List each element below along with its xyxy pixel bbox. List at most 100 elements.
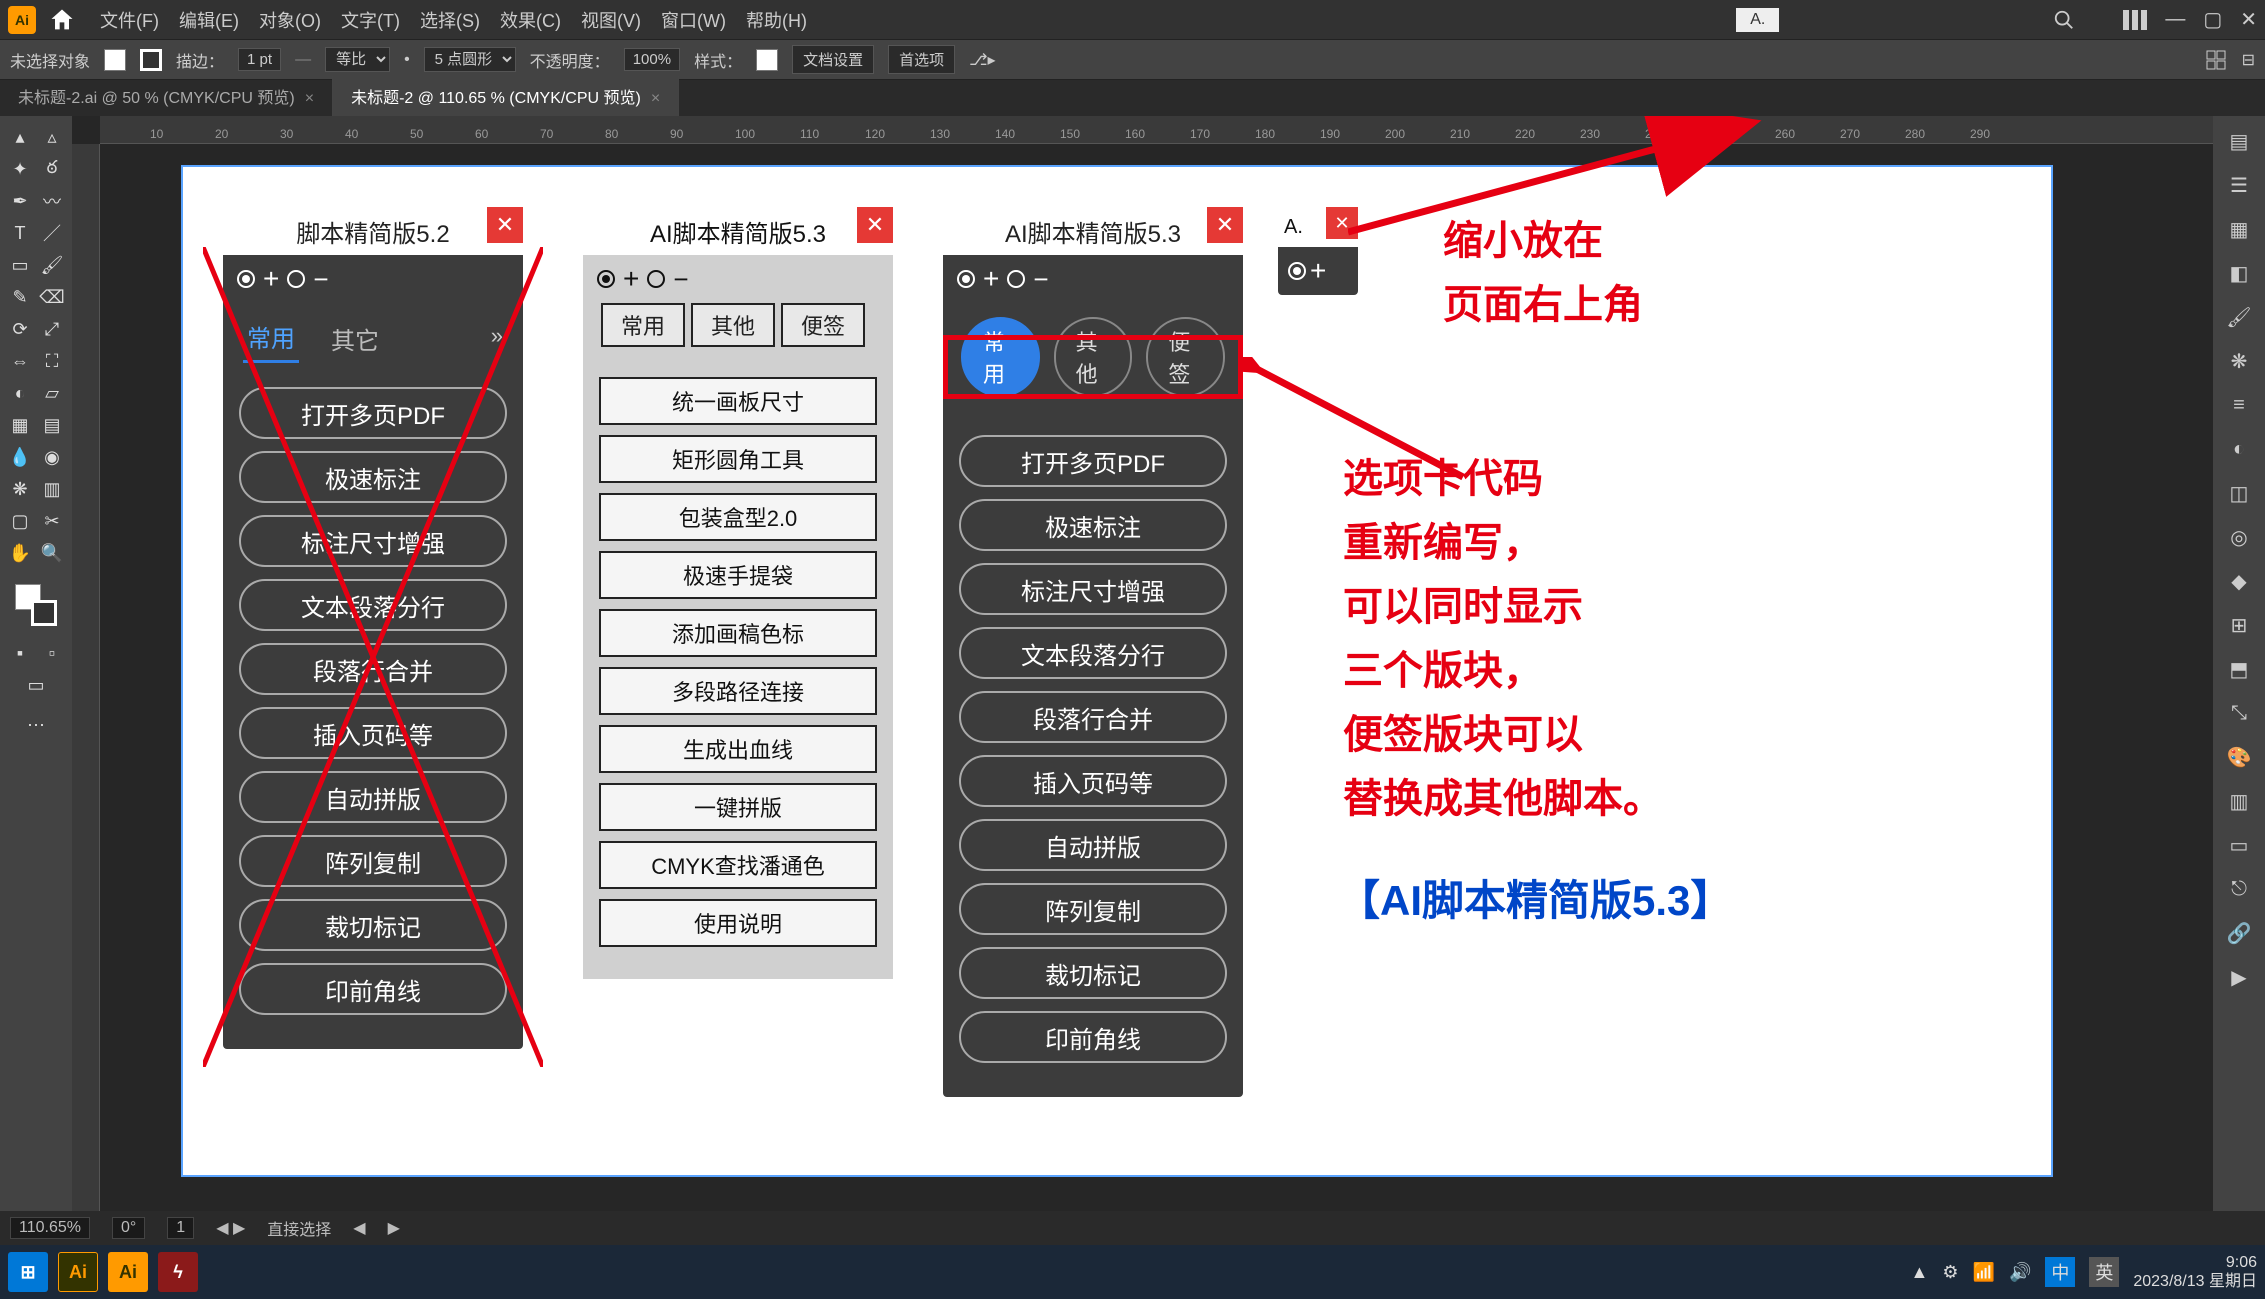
tab-common[interactable]: 常用 [601,303,685,347]
libraries-icon[interactable]: ▦ [2224,214,2254,244]
perspective-tool[interactable]: ▱ [37,378,67,408]
script-item[interactable]: 插入页码等 [959,755,1227,807]
opacity-field[interactable]: 100% [624,48,680,71]
paintbrush-tool[interactable]: 🖌 [37,250,67,280]
chevron-right-icon[interactable]: » [491,323,503,349]
draw-mode[interactable]: ▫ [37,638,67,668]
pen-tool[interactable]: ✒ [5,186,35,216]
script-item[interactable]: 自动拼版 [959,819,1227,871]
eraser-tool[interactable]: ⌫ [37,282,67,312]
script-item[interactable]: 自动拼版 [239,771,507,823]
artboards-icon[interactable]: ▭ [2224,830,2254,860]
zoom-tool[interactable]: 🔍 [37,538,67,568]
menu-help[interactable]: 帮助(H) [746,7,807,33]
tab-other[interactable]: 其它 [327,311,383,362]
grid-icon[interactable] [2206,50,2226,70]
rectangle-tool[interactable]: ▭ [5,250,35,280]
artboard-number[interactable]: 1 [167,1217,194,1239]
script-item[interactable]: 矩形圆角工具 [599,435,877,483]
symbols-icon[interactable]: ❋ [2224,346,2254,376]
canvas[interactable]: 1020304050607080901001101201301401501601… [72,116,2213,1211]
transparency-icon[interactable]: ◫ [2224,478,2254,508]
hand-tool[interactable]: ✋ [5,538,35,568]
taskbar-app-other[interactable]: ϟ [158,1252,198,1292]
script-item[interactable]: 裁切标记 [239,899,507,951]
swatches-icon[interactable]: ◧ [2224,258,2254,288]
script-item[interactable]: 打开多页PDF [959,435,1227,487]
radio-off-icon[interactable] [647,270,665,288]
window-close[interactable]: ✕ [2240,7,2257,32]
script-item[interactable]: 多段路径连接 [599,667,877,715]
asset-export-icon[interactable]: ⎋ [2224,874,2254,904]
script-item[interactable]: 段落行合并 [239,643,507,695]
taskbar-clock[interactable]: 9:062023/8/13 星期日 [2133,1253,2257,1291]
menu-window[interactable]: 窗口(W) [661,7,726,33]
screen-mode[interactable]: ▭ [21,670,51,700]
menu-type[interactable]: 文字(T) [341,7,400,33]
layers-icon[interactable]: ☰ [2224,170,2254,200]
stroke-swatch[interactable] [140,49,162,71]
tab-other[interactable]: 其他 [691,303,775,347]
direct-selection-tool[interactable]: ▵ [37,122,67,152]
width-tool[interactable]: ⇔ [5,346,35,376]
start-button[interactable]: ⊞ [8,1252,48,1292]
tray-ime-icon[interactable]: 英 [2089,1257,2119,1287]
align-icon[interactable]: ⎇▸ [969,50,995,70]
tray-icon[interactable]: ⚙ [1942,1262,1958,1283]
radio-off-icon[interactable] [287,270,305,288]
transform-icon[interactable]: ⤡ [2224,698,2254,728]
script-item[interactable]: 生成出血线 [599,725,877,773]
menu-effect[interactable]: 效果(C) [500,7,561,33]
script-item[interactable]: 印前角线 [239,963,507,1015]
script-item[interactable]: 标注尺寸增强 [239,515,507,567]
graph-tool[interactable]: ▥ [37,474,67,504]
close-button[interactable]: ✕ [1207,207,1243,243]
fill-swatch[interactable] [104,49,126,71]
curvature-tool[interactable]: 〰 [37,186,67,216]
preferences-button[interactable]: 首选项 [888,45,955,74]
color-guide-icon[interactable]: ▥ [2224,786,2254,816]
edit-toolbar[interactable]: ⋯ [21,710,51,740]
script-item[interactable]: 极速标注 [239,451,507,503]
links-icon[interactable]: 🔗 [2224,918,2254,948]
arrange-icon[interactable] [2123,10,2147,30]
zoom-level[interactable]: 110.65% [10,1217,90,1239]
color-icon[interactable]: 🎨 [2224,742,2254,772]
panel-toggle-icon[interactable]: ⊟ [2242,50,2255,70]
color-mode[interactable]: ▪ [5,638,35,668]
slice-tool[interactable]: ✂ [37,506,67,536]
close-icon[interactable]: × [651,90,660,107]
script-item[interactable]: CMYK查找潘通色 [599,841,877,889]
radio-on-icon[interactable] [597,270,615,288]
style-swatch[interactable] [756,49,778,71]
free-transform-tool[interactable]: ⛶ [37,346,67,376]
search-icon[interactable] [2053,9,2075,31]
stroke-icon[interactable]: ≡ [2224,390,2254,420]
selection-tool[interactable]: ▴ [5,122,35,152]
tray-network-icon[interactable]: 📶 [1973,1262,1995,1283]
script-item[interactable]: 阵列复制 [959,883,1227,935]
window-minimize[interactable]: — [2165,8,2185,31]
shaper-tool[interactable]: ✎ [5,282,35,312]
taskbar-app-ai-2[interactable]: Ai [108,1252,148,1292]
menu-object[interactable]: 对象(O) [259,7,321,33]
script-item[interactable]: 极速标注 [959,499,1227,551]
play-icon[interactable]: ▶ [2224,962,2254,992]
pathfinder-icon[interactable]: ⬒ [2224,654,2254,684]
taskbar-app-ai-1[interactable]: Ai [58,1252,98,1292]
line-tool[interactable]: ／ [37,218,67,248]
script-item[interactable]: 标注尺寸增强 [959,563,1227,615]
tray-ime-icon[interactable]: 中 [2045,1257,2075,1287]
script-item[interactable]: 统一画板尺寸 [599,377,877,425]
script-item[interactable]: 印前角线 [959,1011,1227,1063]
lasso-tool[interactable]: ఠ [37,154,67,184]
menu-select[interactable]: 选择(S) [420,7,480,33]
appearance-icon[interactable]: ◎ [2224,522,2254,552]
shape-builder-tool[interactable]: ◐ [5,378,35,408]
properties-icon[interactable]: ▤ [2224,126,2254,156]
close-button[interactable]: ✕ [487,207,523,243]
script-item[interactable]: 阵列复制 [239,835,507,887]
close-icon[interactable]: × [305,90,314,107]
script-item[interactable]: 文本段落分行 [239,579,507,631]
script-item[interactable]: 极速手提袋 [599,551,877,599]
